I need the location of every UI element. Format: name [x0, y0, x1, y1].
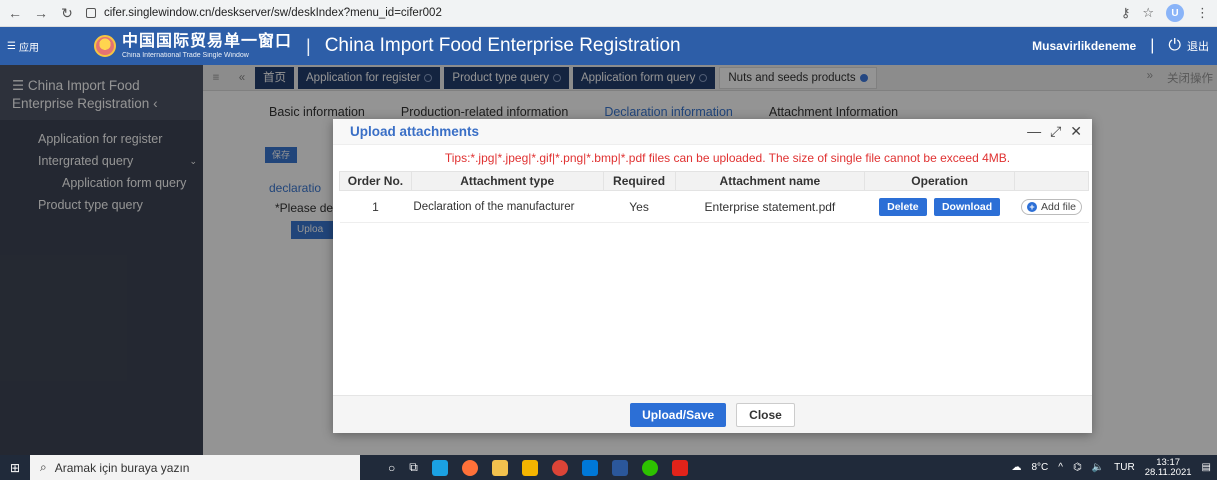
taskbar: ⊞ ⌕ Aramak için buraya yazın ○ ⧉ ☁ 8°C ^…	[0, 455, 1217, 480]
power-icon[interactable]: ⏻	[1168, 37, 1181, 55]
col-order: Order No.	[339, 171, 412, 191]
chrome-icon[interactable]	[551, 459, 568, 476]
minimize-icon[interactable]: —	[1027, 123, 1041, 140]
cell-required: Yes	[603, 190, 676, 223]
page-title: China Import Food Enterprise Registratio…	[324, 35, 681, 56]
header-divider-2: |	[1150, 37, 1155, 54]
language[interactable]: TUR	[1114, 462, 1135, 473]
cell-order: 1	[339, 190, 412, 223]
windows-icon[interactable]: ⊞	[0, 461, 30, 475]
col-add	[1014, 171, 1089, 191]
grid-menu-icon: ☰	[7, 40, 16, 52]
maximize-icon[interactable]: ⤢	[1050, 123, 1061, 140]
search-icon: ⌕	[40, 460, 47, 474]
address-bar[interactable]: cifer.singlewindow.cn/deskserver/sw/desk…	[86, 7, 442, 19]
firefox-icon[interactable]	[461, 459, 478, 476]
clock[interactable]: 13:17 28.11.2021	[1145, 457, 1192, 478]
upload-dialog: Upload attachments — ⤢ ✕ Tips:*.jpg|*.jp…	[333, 119, 1092, 433]
user-name[interactable]: Musavirlikdeneme	[1032, 39, 1136, 53]
reload-icon[interactable]: ↻	[56, 2, 78, 24]
back-icon[interactable]: ←	[4, 2, 26, 24]
wechat-icon[interactable]	[641, 459, 658, 476]
col-name: Attachment name	[674, 171, 866, 191]
header-divider: |	[306, 35, 311, 56]
delete-button[interactable]: Delete	[879, 197, 927, 216]
outlook-icon[interactable]	[581, 459, 598, 476]
task-view-icon[interactable]: ⧉	[409, 460, 418, 475]
close-button[interactable]: Close	[736, 402, 795, 427]
forward-icon[interactable]: →	[30, 2, 52, 24]
apps-button[interactable]: ☰ 应用	[0, 39, 46, 54]
add-file-button[interactable]: + Add file	[1021, 198, 1083, 215]
attachments-table: Order No. Attachment type Required Attac…	[339, 171, 1089, 223]
logout-link[interactable]: 退出	[1187, 38, 1209, 54]
upload-tips: Tips:*.jpg|*.jpeg|*.gif|*.png|*.bmp|*.pd…	[444, 151, 1011, 165]
chevron-up-icon[interactable]: ^	[1058, 462, 1063, 473]
taskbar-search[interactable]: ⌕ Aramak için buraya yazın	[30, 455, 360, 480]
col-operation: Operation	[864, 171, 1016, 191]
logo-en: China International Trade Single Window	[122, 51, 249, 59]
col-type: Attachment type	[410, 171, 604, 191]
notification-icon[interactable]: ▤	[1202, 462, 1211, 473]
lock-icon	[86, 8, 96, 18]
app-header: ☰ 应用 中国国际贸易单一窗口 China International Trad…	[0, 27, 1217, 65]
weather-icon[interactable]: ☁	[1011, 462, 1021, 473]
col-required: Required	[602, 171, 676, 191]
temperature: 8°C	[1031, 462, 1049, 473]
search-placeholder: Aramak için buraya yazın	[54, 460, 190, 475]
dialog-header: Upload attachments — ⤢ ✕	[333, 119, 1092, 145]
acrobat-icon[interactable]	[671, 459, 688, 476]
logo-cn: 中国国际贸易单一窗口	[122, 32, 293, 50]
cell-name: Enterprise statement.pdf	[675, 190, 865, 223]
table-header: Order No. Attachment type Required Attac…	[339, 171, 1089, 191]
logo: 中国国际贸易单一窗口 China International Trade Sin…	[122, 32, 293, 59]
cortana-icon[interactable]: ○	[388, 461, 395, 475]
emblem-icon	[94, 35, 116, 57]
network-icon[interactable]: ⌬	[1073, 462, 1082, 473]
key-icon[interactable]: ⚷	[1121, 5, 1131, 21]
menu-icon[interactable]: ⋮	[1196, 5, 1209, 21]
url-text: cifer.singlewindow.cn/deskserver/sw/desk…	[104, 7, 442, 19]
profile-avatar[interactable]: U	[1166, 4, 1184, 22]
browser-toolbar: ← → ↻ cifer.singlewindow.cn/deskserver/s…	[0, 0, 1217, 27]
word-icon[interactable]	[611, 459, 628, 476]
table-row: 1 Declaration of the manufacturer Yes En…	[339, 190, 1089, 223]
plus-icon: +	[1027, 201, 1037, 212]
star-icon[interactable]: ☆	[1142, 5, 1154, 21]
dialog-title: Upload attachments	[350, 124, 480, 139]
cell-operation: Delete Download	[864, 190, 1015, 223]
close-icon[interactable]: ✕	[1070, 123, 1082, 140]
volume-icon[interactable]: 🔈	[1092, 462, 1104, 473]
cell-type: Declaration of the manufacturer	[411, 190, 604, 223]
apps-label: 应用	[18, 42, 39, 54]
download-button[interactable]: Download	[933, 197, 1001, 216]
store-icon[interactable]	[491, 459, 508, 476]
dialog-footer: Upload/Save Close	[333, 395, 1092, 433]
edge-icon[interactable]	[431, 459, 448, 476]
explorer-icon[interactable]	[521, 459, 538, 476]
system-tray: ☁ 8°C ^ ⌬ 🔈 TUR 13:17 28.11.2021 ▤	[1011, 457, 1217, 478]
cell-add: + Add file	[1014, 190, 1089, 223]
upload-save-button[interactable]: Upload/Save	[630, 402, 727, 427]
